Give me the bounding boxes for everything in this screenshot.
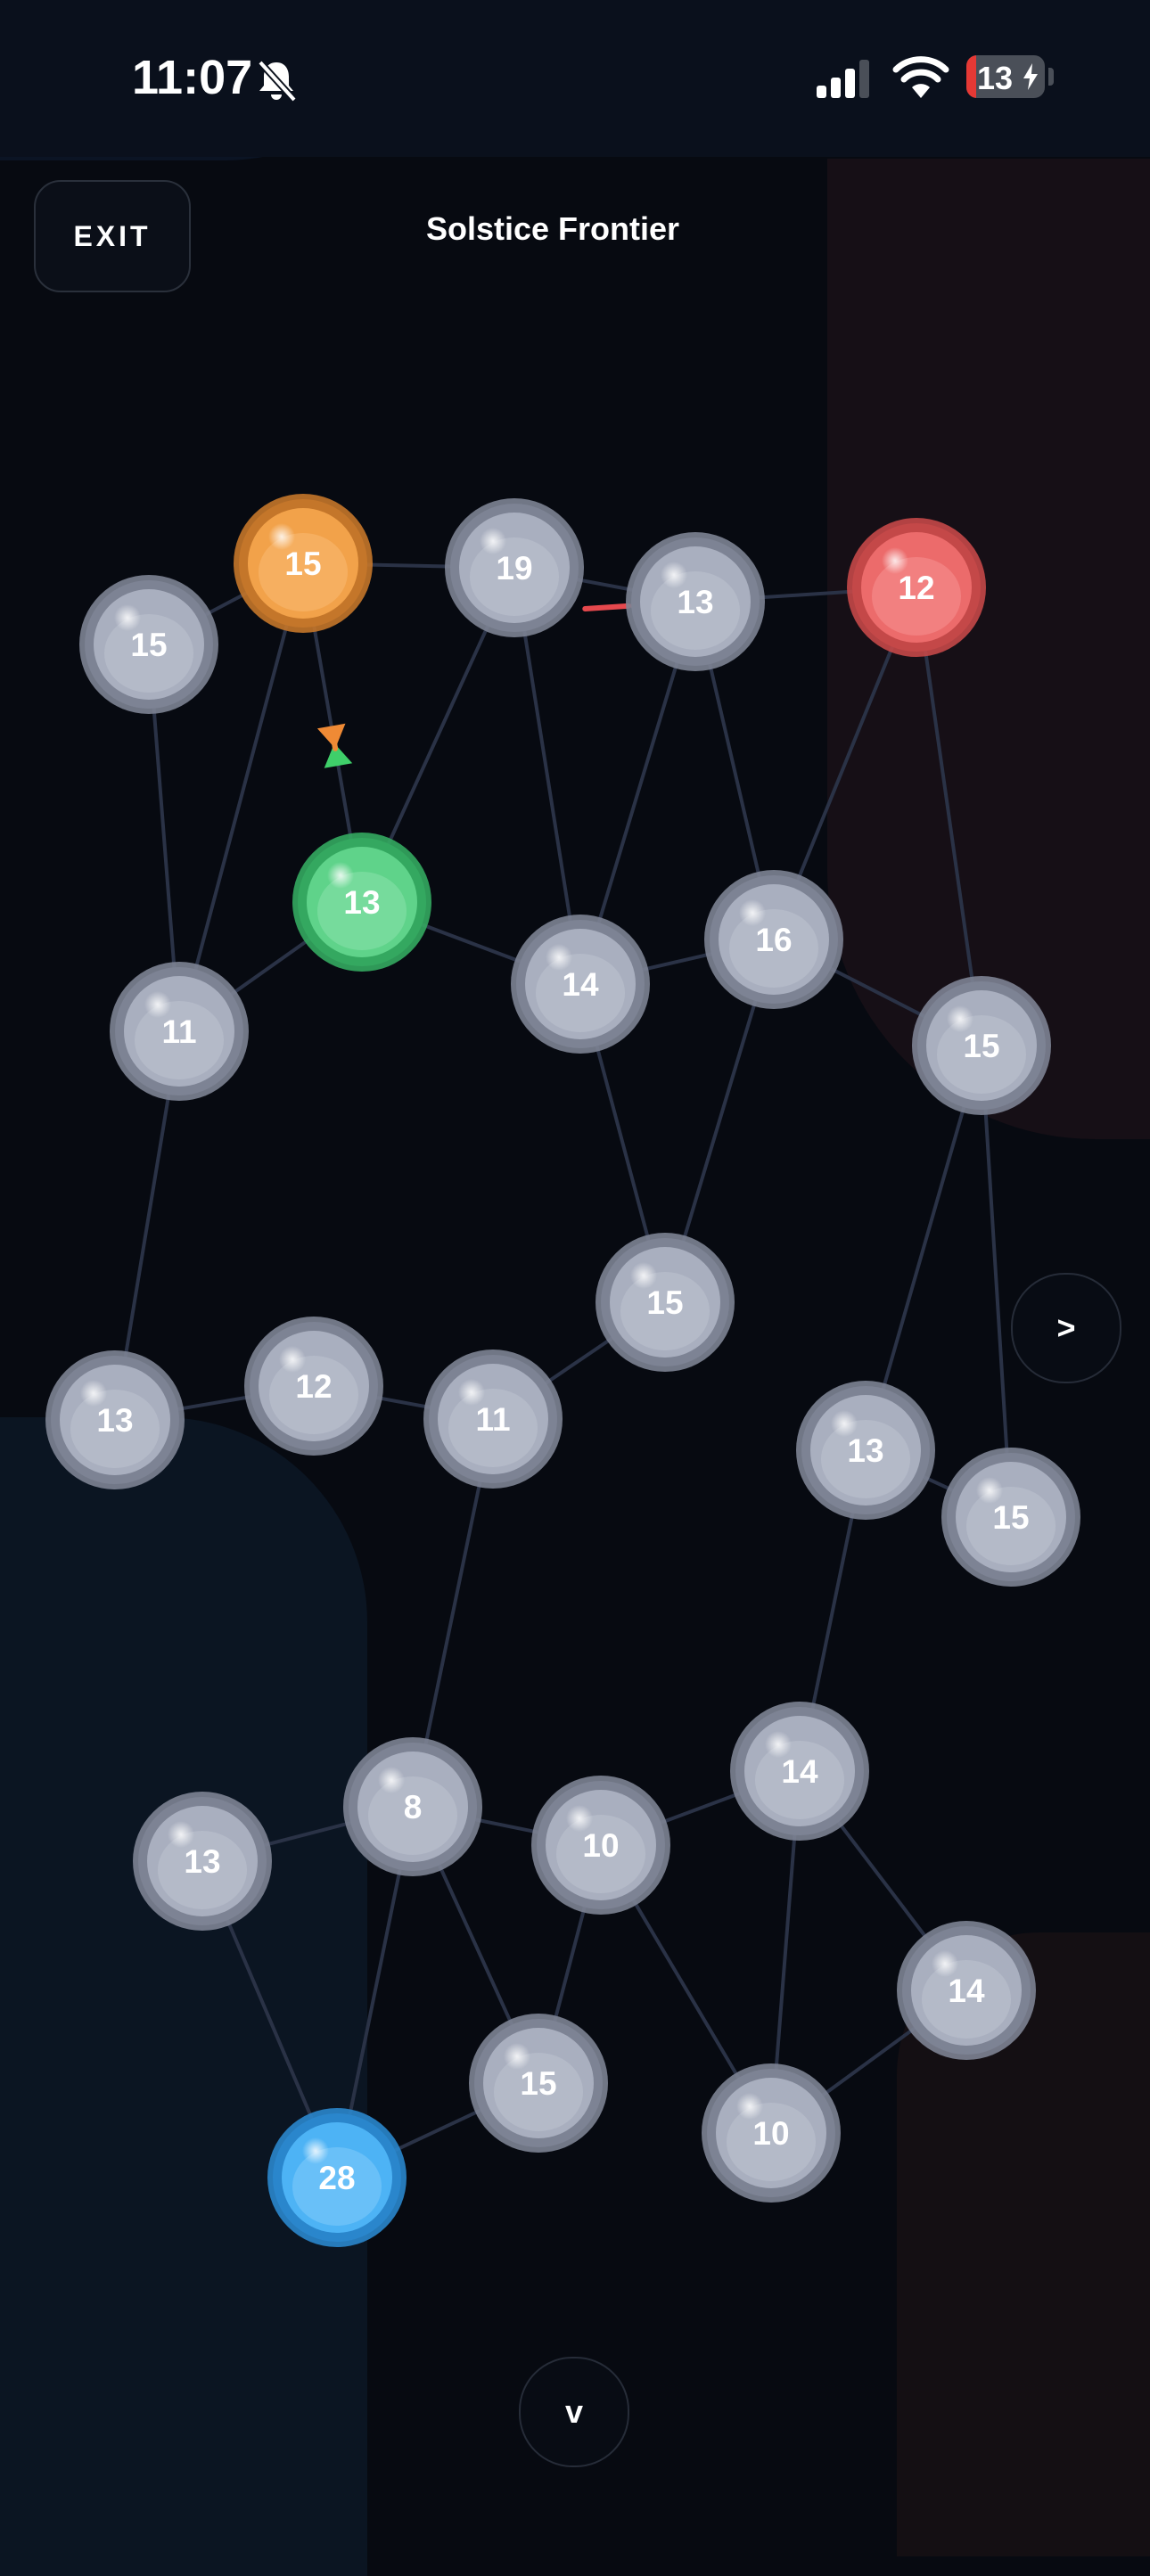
node-value: 15 bbox=[520, 2065, 556, 2102]
node-neutral[interactable]: 10 bbox=[702, 2063, 841, 2203]
node-neutral[interactable]: 13 bbox=[626, 532, 765, 671]
node-value: 12 bbox=[295, 1368, 332, 1405]
node-neutral[interactable]: 10 bbox=[531, 1776, 670, 1915]
node-value: 13 bbox=[96, 1402, 133, 1439]
node-value: 11 bbox=[475, 1401, 510, 1438]
node-neutral[interactable]: 19 bbox=[445, 498, 584, 637]
node-value: 13 bbox=[847, 1432, 883, 1469]
node-red[interactable]: 12 bbox=[847, 518, 986, 657]
attack-arrow-green bbox=[324, 740, 353, 768]
node-value: 15 bbox=[646, 1284, 683, 1321]
level-title: Solstice Frontier bbox=[425, 210, 680, 247]
node-neutral[interactable]: 14 bbox=[511, 915, 650, 1054]
node-neutral[interactable]: 13 bbox=[45, 1350, 185, 1489]
node-value: 28 bbox=[318, 2160, 355, 2196]
node-neutral[interactable]: 13 bbox=[796, 1381, 935, 1520]
game-board: 15 19 13 12 15 13 11 14 16 15 15 13 12 11 13 15 14 8 13 10 1… bbox=[45, 494, 1080, 2247]
node-value: 10 bbox=[752, 2115, 789, 2152]
node-value: 8 bbox=[404, 1789, 423, 1825]
node-neutral[interactable]: 8 bbox=[343, 1737, 482, 1876]
node-neutral[interactable]: 15 bbox=[912, 976, 1051, 1115]
node-value: 13 bbox=[677, 584, 713, 620]
node-value: 14 bbox=[948, 1973, 985, 2009]
node-value: 11 bbox=[161, 1013, 196, 1050]
scroll-down-button[interactable]: v bbox=[519, 2357, 629, 2467]
node-value: 15 bbox=[130, 627, 167, 663]
node-value: 12 bbox=[898, 570, 934, 606]
node-value: 14 bbox=[562, 966, 599, 1003]
node-value: 15 bbox=[992, 1499, 1029, 1536]
node-neutral[interactable]: 11 bbox=[423, 1350, 563, 1489]
node-value: 13 bbox=[184, 1843, 220, 1880]
attack-arrow-orange bbox=[316, 723, 346, 751]
node-value: 15 bbox=[963, 1028, 999, 1064]
exit-button[interactable]: EXIT bbox=[34, 180, 191, 292]
next-button[interactable]: > bbox=[1011, 1273, 1121, 1383]
node-value: 19 bbox=[496, 550, 532, 587]
node-neutral[interactable]: 13 bbox=[133, 1792, 272, 1931]
node-neutral[interactable]: 15 bbox=[596, 1233, 735, 1372]
node-green[interactable]: 13 bbox=[292, 833, 431, 972]
node-value: 16 bbox=[755, 922, 792, 958]
node-value: 14 bbox=[781, 1753, 818, 1790]
node-value: 13 bbox=[343, 884, 380, 921]
node-neutral[interactable]: 14 bbox=[730, 1702, 869, 1841]
node-neutral[interactable]: 15 bbox=[469, 2014, 608, 2153]
node-value: 15 bbox=[284, 546, 321, 582]
node-value: 10 bbox=[582, 1827, 619, 1864]
node-blue[interactable]: 28 bbox=[267, 2108, 407, 2247]
node-orange[interactable]: 15 bbox=[234, 494, 373, 633]
edge-n10-n16 bbox=[980, 1045, 1013, 1518]
node-neutral[interactable]: 11 bbox=[110, 962, 249, 1101]
node-neutral[interactable]: 12 bbox=[244, 1317, 383, 1456]
node-neutral[interactable]: 15 bbox=[941, 1448, 1080, 1587]
node-neutral[interactable]: 16 bbox=[704, 870, 843, 1009]
node-neutral[interactable]: 14 bbox=[897, 1921, 1036, 2060]
node-neutral[interactable]: 15 bbox=[79, 575, 218, 714]
